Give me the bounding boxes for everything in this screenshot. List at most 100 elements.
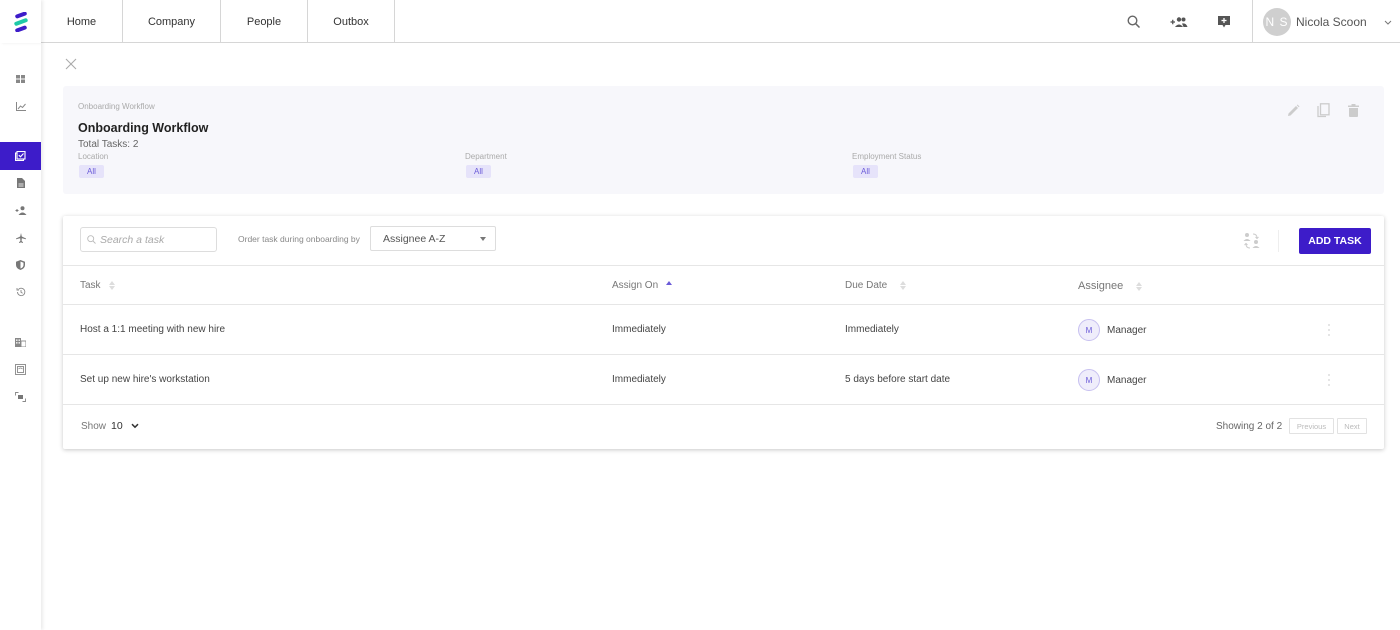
- assignee-avatar: M: [1078, 369, 1100, 391]
- search-box: [80, 227, 217, 252]
- trash-icon: [1347, 103, 1359, 117]
- search-task-input[interactable]: [100, 233, 210, 246]
- sidebar-item-dashboard[interactable]: [0, 66, 41, 92]
- sidebar-item-transfer[interactable]: [0, 384, 41, 410]
- sort-icon: [108, 281, 115, 290]
- breadcrumb: Onboarding Workflow: [78, 102, 155, 111]
- filter-label: Department: [465, 152, 507, 161]
- filter-location: Location All: [78, 152, 108, 179]
- sidebar-item-frame[interactable]: [0, 356, 41, 382]
- total-tasks: Total Tasks: 2: [78, 139, 139, 150]
- nav-home[interactable]: Home: [41, 0, 123, 43]
- column-label: Task: [80, 280, 101, 291]
- sort-icon: [900, 281, 907, 290]
- order-by-label: Order task during onboarding by: [238, 234, 360, 244]
- onboarding-icon: [15, 151, 26, 161]
- add-people-icon: [1170, 16, 1187, 27]
- sidebar-item-company[interactable]: [0, 329, 41, 355]
- sidebar-item-analytics[interactable]: [0, 93, 41, 119]
- assignee-name: Manager: [1107, 324, 1147, 336]
- user-avatar: N S: [1263, 7, 1291, 36]
- toolbar-divider: [1278, 230, 1279, 252]
- sort-icon: [1136, 281, 1143, 291]
- security-icon: [16, 260, 25, 270]
- column-header-assign-on[interactable]: Assign On: [612, 280, 673, 291]
- due-date: Immediately: [845, 324, 899, 335]
- show-label: Show: [81, 420, 107, 432]
- assignee-avatar: M: [1078, 319, 1100, 341]
- sidebar-item-travel[interactable]: [0, 225, 41, 251]
- nav-company[interactable]: Company: [123, 0, 221, 43]
- tasks-card: Order task during onboarding by Assignee…: [63, 216, 1384, 449]
- close-icon: [65, 58, 77, 70]
- chevron-down-icon: [131, 423, 139, 429]
- chevron-down-icon: [1384, 17, 1392, 27]
- add-task-button[interactable]: ADD TASK: [1299, 228, 1371, 254]
- nav-outbox[interactable]: Outbox: [308, 0, 395, 43]
- filter-department: Department All: [465, 152, 507, 179]
- page-size-value: 10: [111, 420, 123, 432]
- delete-workflow-button[interactable]: [1344, 101, 1362, 119]
- workflow-header-card: Onboarding Workflow Onboarding Workflow …: [63, 86, 1384, 194]
- filter-chip: All: [853, 165, 878, 178]
- assignee: M Manager: [1078, 369, 1146, 391]
- filter-chip: All: [466, 165, 491, 178]
- order-by-select[interactable]: Assignee A-Z: [370, 226, 496, 251]
- user-name: Nicola Scoon: [1296, 14, 1367, 29]
- column-header-due-date[interactable]: Due Date: [845, 280, 907, 291]
- assign-on: Immediately: [612, 374, 666, 385]
- table-header: Task Assign On Due Date Assignee: [63, 266, 1384, 305]
- brand-logo[interactable]: [0, 0, 41, 43]
- company-icon: [15, 337, 26, 347]
- tasks-toolbar: Order task during onboarding by Assignee…: [63, 216, 1384, 266]
- column-header-task[interactable]: Task: [80, 280, 115, 291]
- column-label: Assignee: [1078, 280, 1124, 292]
- feedback-icon: [1217, 15, 1230, 27]
- duplicate-workflow-button[interactable]: [1314, 101, 1332, 119]
- sidebar-item-documents[interactable]: [0, 170, 41, 196]
- nav-people[interactable]: People: [221, 0, 308, 43]
- reorder-assignees-button[interactable]: [1241, 230, 1263, 252]
- top-bar: Home Company People Outbox N S Nicola Sc…: [0, 0, 1400, 43]
- filter-label: Employment Status: [852, 152, 922, 161]
- transfer-icon: [15, 392, 26, 402]
- search-button[interactable]: [1111, 0, 1156, 43]
- row-menu-button[interactable]: [1324, 372, 1334, 388]
- dashboard-icon: [16, 75, 25, 83]
- assign-on: Immediately: [612, 324, 666, 335]
- document-icon: [16, 178, 25, 188]
- sidebar-item-security[interactable]: [0, 252, 41, 278]
- user-menu[interactable]: N S Nicola Scoon: [1253, 0, 1400, 43]
- column-label: Due Date: [845, 280, 888, 291]
- filter-chip: All: [79, 165, 104, 178]
- column-label: Assign On: [612, 280, 659, 291]
- task-name: Set up new hire's workstation: [80, 374, 210, 385]
- next-page-button[interactable]: Next: [1337, 418, 1367, 434]
- caret-down-icon: [480, 237, 486, 241]
- analytics-icon: [15, 101, 26, 111]
- table-row[interactable]: Host a 1:1 meeting with new hire Immedia…: [63, 305, 1384, 355]
- page-size-select[interactable]: 10: [111, 420, 139, 432]
- top-actions: N S Nicola Scoon: [1111, 0, 1400, 43]
- logo-icon: [13, 11, 28, 32]
- assignee-name: Manager: [1107, 374, 1147, 386]
- close-button[interactable]: [64, 57, 78, 71]
- row-menu-button[interactable]: [1324, 322, 1334, 338]
- sidebar-item-history[interactable]: [0, 279, 41, 305]
- edit-workflow-button[interactable]: [1284, 101, 1302, 119]
- workflow-actions: [1284, 101, 1362, 119]
- search-icon: [87, 235, 96, 244]
- travel-icon: [15, 233, 26, 243]
- sidebar-item-people[interactable]: [0, 197, 41, 223]
- table-row[interactable]: Set up new hire's workstation Immediatel…: [63, 355, 1384, 405]
- add-people-button[interactable]: [1156, 0, 1201, 43]
- sort-ascending-icon: [666, 281, 673, 285]
- history-icon: [16, 287, 25, 297]
- previous-page-button[interactable]: Previous: [1289, 418, 1334, 434]
- copy-icon: [1316, 102, 1330, 117]
- due-date: 5 days before start date: [845, 374, 951, 385]
- sidebar-item-onboarding[interactable]: [0, 142, 41, 170]
- frame-icon: [15, 363, 26, 375]
- column-header-assignee[interactable]: Assignee: [1078, 280, 1143, 292]
- feedback-button[interactable]: [1201, 0, 1246, 43]
